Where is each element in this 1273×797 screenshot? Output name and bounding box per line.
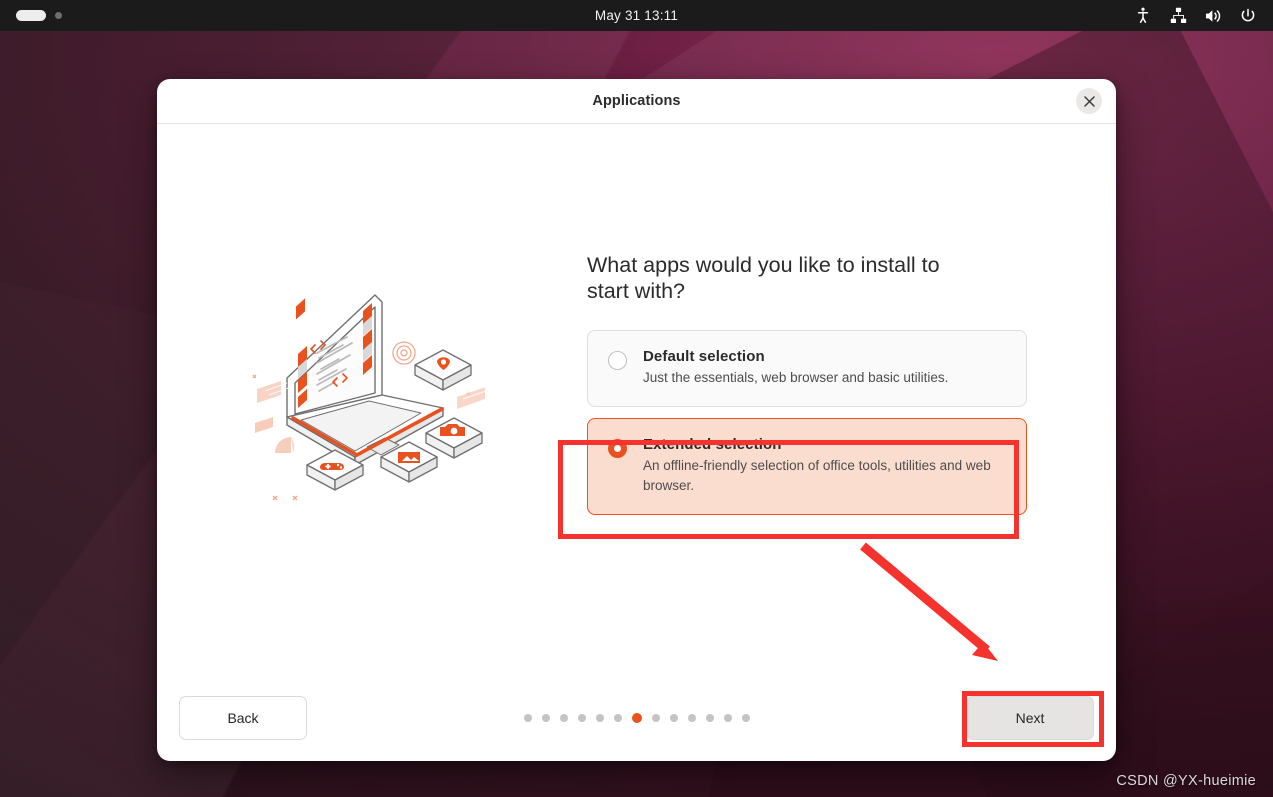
radio-extended-selection[interactable] — [608, 439, 627, 459]
power-icon[interactable] — [1239, 7, 1257, 25]
option-default-text: Default selection Just the essentials, w… — [643, 348, 948, 388]
dialog-body: What apps would you like to install to s… — [157, 124, 1116, 675]
page-dot — [577, 714, 586, 722]
top-bar-status-area — [1033, 7, 1273, 25]
page-dot — [613, 714, 622, 722]
page-dot — [723, 714, 732, 722]
gnome-top-bar: May 31 13:11 — [0, 0, 1273, 31]
top-bar-left — [0, 10, 240, 21]
illustration-pane — [157, 124, 587, 675]
option-default-description: Just the essentials, web browser and bas… — [643, 370, 949, 386]
watermark: CSDN @YX-hueimie — [1116, 773, 1256, 789]
clock[interactable]: May 31 13:11 — [240, 8, 1033, 23]
next-button[interactable]: Next — [966, 696, 1094, 740]
page-dot — [595, 714, 604, 722]
page-dot — [705, 714, 714, 722]
page-dot — [541, 714, 550, 722]
page-dot-active — [631, 713, 642, 723]
volume-icon[interactable] — [1204, 7, 1222, 25]
network-icon[interactable] — [1169, 7, 1187, 25]
option-extended-description: An offline-friendly selection of office … — [643, 458, 991, 494]
workspace-indicator-active[interactable] — [16, 10, 46, 21]
isometric-laptop-apps-illustration — [252, 293, 490, 500]
page-dot — [523, 714, 532, 722]
page-dot — [687, 714, 696, 722]
content-pane: What apps would you like to install to s… — [587, 92, 1116, 675]
page-dot — [559, 714, 568, 722]
question-heading: What apps would you like to install to s… — [587, 252, 940, 304]
back-button[interactable]: Back — [179, 696, 307, 740]
installer-dialog: Applications What apps would you like to… — [157, 79, 1116, 761]
workspace-indicator-inactive[interactable] — [55, 12, 62, 19]
desktop-background: May 31 13:11 Applications What apps woul… — [0, 0, 1273, 797]
page-dot — [651, 714, 660, 722]
option-default-title: Default selection — [643, 348, 765, 366]
option-default-selection[interactable]: Default selection Just the essentials, w… — [587, 330, 1027, 408]
option-extended-text: Extended selection An offline-friendly s… — [643, 436, 993, 496]
radio-default-selection[interactable] — [608, 351, 627, 371]
page-dot — [741, 714, 750, 722]
page-dot — [669, 714, 678, 722]
accessibility-icon[interactable] — [1134, 7, 1152, 25]
option-extended-title: Extended selection — [643, 436, 782, 454]
dialog-footer: Back Next — [157, 675, 1116, 761]
option-extended-selection[interactable]: Extended selection An offline-friendly s… — [587, 418, 1027, 516]
